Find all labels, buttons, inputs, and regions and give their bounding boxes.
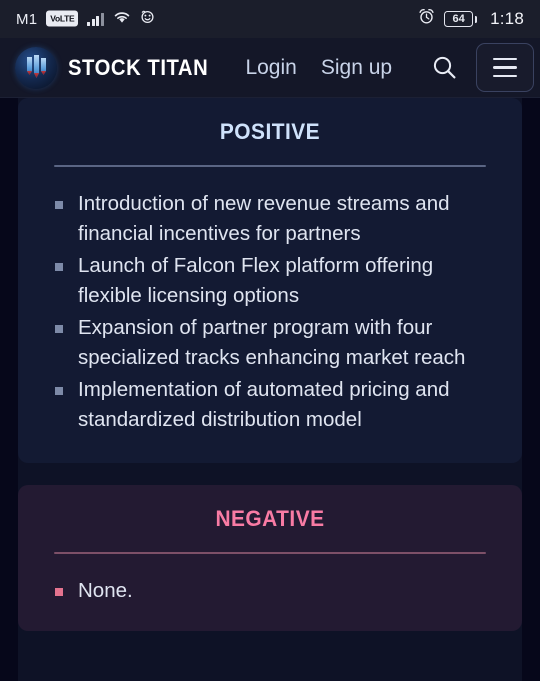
- nav-link-signup[interactable]: Sign up: [321, 56, 392, 80]
- face-icon: [140, 9, 155, 29]
- negative-bullet-list: None.: [50, 576, 492, 606]
- list-item: Implementation of automated pricing and …: [50, 375, 492, 434]
- signal-bars-icon: [87, 12, 104, 26]
- list-item: Introduction of new revenue streams and …: [50, 189, 492, 248]
- nav-link-login[interactable]: Login: [245, 56, 296, 80]
- positive-card-divider: [54, 165, 486, 168]
- alarm-clock-icon: [418, 8, 435, 30]
- negative-card: Negative None.: [18, 485, 522, 631]
- wifi-icon: [113, 10, 131, 29]
- volte-badge: VoLTE: [46, 10, 79, 27]
- status-bar-right: 64 1:18: [418, 8, 524, 30]
- brand-home-link[interactable]: STOCK TITAN: [15, 46, 220, 89]
- page-content: Positive Introduction of new revenue str…: [0, 98, 540, 681]
- stock-titan-logo-icon: [15, 46, 57, 89]
- search-icon[interactable]: [418, 38, 470, 97]
- positive-card: Positive Introduction of new revenue str…: [18, 98, 522, 464]
- negative-card-title: Negative: [215, 498, 325, 534]
- status-bar-left: M1 VoLTE: [16, 9, 155, 29]
- site-navbar: STOCK TITAN Login Sign up: [0, 38, 540, 98]
- negative-card-divider: [54, 552, 486, 555]
- nav-actions: [418, 38, 540, 97]
- app-root: M1 VoLTE 64 1:18 STOCK TITAN Login Sign …: [0, 0, 540, 681]
- positive-card-title: Positive: [219, 111, 321, 146]
- positive-bullet-list: Introduction of new revenue streams and …: [50, 189, 492, 434]
- battery-level-label: 64: [452, 12, 465, 25]
- hamburger-menu-icon[interactable]: [476, 43, 534, 92]
- nav-links: Login Sign up: [245, 56, 392, 80]
- list-item: Launch of Falcon Flex platform offering …: [50, 251, 492, 310]
- brand-name-label: STOCK TITAN: [68, 54, 209, 80]
- clock-label: 1:18: [490, 9, 524, 28]
- status-bar: M1 VoLTE 64 1:18: [0, 0, 540, 38]
- battery-indicator: 64: [444, 11, 478, 27]
- list-item: None.: [50, 576, 492, 606]
- carrier-label: M1: [16, 10, 38, 28]
- list-item: Expansion of partner program with four s…: [50, 313, 492, 372]
